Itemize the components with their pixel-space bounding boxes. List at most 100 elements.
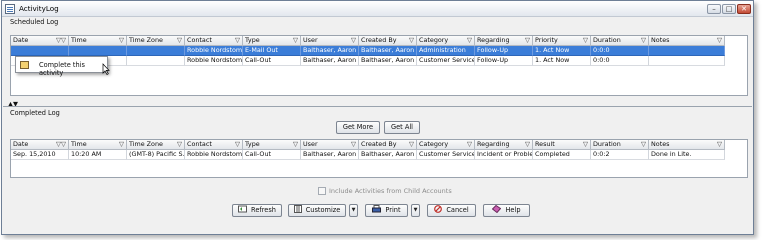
- column-header-type[interactable]: Type ▽: [243, 36, 301, 46]
- column-header-priority[interactable]: Priority ▽: [533, 36, 591, 46]
- column-header-time[interactable]: Time ▽: [69, 36, 127, 46]
- cell-contact: Robbie Nordstome: [185, 56, 243, 66]
- filter-icon[interactable]: ▽: [583, 36, 588, 45]
- cell-user: Balthaser, Aaron: [301, 56, 359, 66]
- column-header-created-by[interactable]: Created By ▽: [359, 140, 417, 150]
- cell-time-zone: (GMT-8) Pacific S...: [127, 150, 185, 160]
- title-bar[interactable]: ActivityLog – □ ✕: [2, 1, 753, 17]
- filter-icon[interactable]: ▽▽: [56, 36, 66, 45]
- column-header-regarding[interactable]: Regarding ▽: [475, 140, 533, 150]
- filter-icon[interactable]: ▽: [467, 140, 472, 149]
- filter-icon[interactable]: ▽: [177, 140, 182, 149]
- help-icon: [492, 205, 502, 213]
- close-button[interactable]: ✕: [737, 4, 751, 14]
- column-header-label: User: [303, 140, 318, 148]
- cell-time-zone: [127, 46, 185, 56]
- print-button[interactable]: Print: [365, 204, 408, 217]
- cancel-icon: [434, 205, 443, 213]
- print-label: Print: [385, 206, 401, 214]
- complete-activity-menu-item[interactable]: Complete this activity: [39, 61, 107, 77]
- include-child-accounts-checkbox[interactable]: [318, 187, 326, 195]
- filter-icon[interactable]: ▽: [525, 140, 530, 149]
- column-header-label: Time Zone: [129, 36, 163, 44]
- customize-icon: [293, 205, 302, 213]
- app-icon: [5, 4, 15, 14]
- cell-category: Administration: [417, 46, 475, 56]
- splitter-divider[interactable]: [3, 106, 752, 107]
- column-header-notes[interactable]: Notes ▽: [649, 140, 725, 150]
- column-header-label: Created By: [361, 36, 397, 44]
- minimize-button[interactable]: –: [707, 4, 721, 14]
- column-header-label: Regarding: [477, 36, 510, 44]
- scheduled-log-table[interactable]: Date ▽▽ Time ▽ Time Zone ▽ Contact ▽ Type ▽ User ▽ C…: [10, 35, 748, 96]
- cell-created-by: Balthaser, Aaron: [359, 56, 417, 66]
- get-more-button[interactable]: Get More: [336, 121, 380, 134]
- help-label: Help: [505, 206, 521, 214]
- column-header-label: Duration: [593, 140, 621, 148]
- cell-notes: [649, 46, 725, 56]
- get-all-button[interactable]: Get All: [384, 121, 420, 134]
- filter-icon[interactable]: ▽: [641, 36, 646, 45]
- filter-icon[interactable]: ▽: [717, 140, 722, 149]
- column-header-user[interactable]: User ▽: [301, 36, 359, 46]
- table-row[interactable]: Robbie Nordstome Call-Out Balthaser, Aaron…: [11, 56, 725, 66]
- print-dropdown-button[interactable]: ▼: [411, 204, 420, 217]
- printer-icon: [372, 205, 382, 213]
- filter-icon[interactable]: ▽: [409, 140, 414, 149]
- column-header-duration[interactable]: Duration ▽: [591, 140, 649, 150]
- filter-icon[interactable]: ▽▽: [56, 140, 66, 149]
- customize-button[interactable]: Customize: [288, 204, 346, 217]
- filter-icon[interactable]: ▽: [641, 140, 646, 149]
- filter-icon[interactable]: ▽: [583, 140, 588, 149]
- filter-icon[interactable]: ▽: [293, 36, 298, 45]
- column-header-date[interactable]: Date ▽▽: [11, 140, 69, 150]
- maximize-button[interactable]: □: [722, 4, 736, 14]
- column-header-category[interactable]: Category ▽: [417, 36, 475, 46]
- completed-log-label: Completed Log: [10, 109, 60, 117]
- column-header-label: Contact: [187, 36, 212, 44]
- filter-icon[interactable]: ▽: [351, 140, 356, 149]
- column-header-label: Regarding: [477, 140, 510, 148]
- column-header-type[interactable]: Type ▽: [243, 140, 301, 150]
- cell-notes: Done in Lite.: [649, 150, 725, 160]
- filter-icon[interactable]: ▽: [119, 36, 124, 45]
- column-header-duration[interactable]: Duration ▽: [591, 36, 649, 46]
- filter-icon[interactable]: ▽: [717, 36, 722, 45]
- table-row[interactable]: Sep. 15,2010 10:20 AM (GMT-8) Pacific S...…: [11, 150, 725, 160]
- filter-icon[interactable]: ▽: [177, 36, 182, 45]
- refresh-button[interactable]: Refresh: [232, 204, 282, 217]
- column-header-time-zone[interactable]: Time Zone ▽: [127, 140, 185, 150]
- column-header-category[interactable]: Category ▽: [417, 140, 475, 150]
- cell-regarding: Follow-Up: [475, 46, 533, 56]
- cancel-button[interactable]: Cancel: [427, 204, 476, 217]
- row-context-menu: Complete this activity: [15, 56, 108, 77]
- mouse-cursor-icon: [102, 63, 110, 75]
- column-header-notes[interactable]: Notes ▽: [649, 36, 725, 46]
- filter-icon[interactable]: ▽: [467, 36, 472, 45]
- customize-dropdown-button[interactable]: ▼: [349, 204, 358, 217]
- column-header-contact[interactable]: Contact ▽: [185, 140, 243, 150]
- filter-icon[interactable]: ▽: [351, 36, 356, 45]
- filter-icon[interactable]: ▽: [293, 140, 298, 149]
- column-header-result[interactable]: Result ▽: [533, 140, 591, 150]
- column-header-label: User: [303, 36, 318, 44]
- filter-icon[interactable]: ▽: [409, 36, 414, 45]
- column-header-regarding[interactable]: Regarding ▽: [475, 36, 533, 46]
- cell-date: [11, 46, 69, 56]
- filter-icon[interactable]: ▽: [119, 140, 124, 149]
- completed-log-table[interactable]: Date ▽▽ Time ▽ Time Zone ▽ Contact ▽ Type ▽ User ▽ C…: [10, 139, 748, 178]
- help-button[interactable]: Help: [483, 204, 530, 217]
- column-header-user[interactable]: User ▽: [301, 140, 359, 150]
- table-row[interactable]: Robbie Nordstome E-Mail Out Balthaser, Aar…: [11, 46, 725, 56]
- cell-type: Call-Out: [243, 150, 301, 160]
- column-header-time-zone[interactable]: Time Zone ▽: [127, 36, 185, 46]
- column-header-date[interactable]: Date ▽▽: [11, 36, 69, 46]
- filter-icon[interactable]: ▽: [235, 36, 240, 45]
- filter-icon[interactable]: ▽: [235, 140, 240, 149]
- scheduled-log-label: Scheduled Log: [10, 18, 59, 26]
- column-header-contact[interactable]: Contact ▽: [185, 36, 243, 46]
- cell-priority: 1. Act Now: [533, 56, 591, 66]
- column-header-created-by[interactable]: Created By ▽: [359, 36, 417, 46]
- column-header-time[interactable]: Time ▽: [69, 140, 127, 150]
- filter-icon[interactable]: ▽: [525, 36, 530, 45]
